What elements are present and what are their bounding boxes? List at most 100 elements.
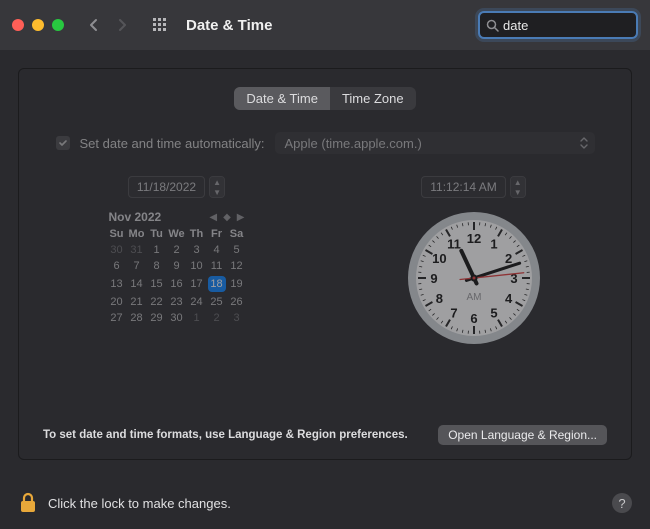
date-field-group: 11/18/2022 ▲ ▼ [128, 176, 225, 198]
date-stepper[interactable]: ▲ ▼ [209, 176, 225, 198]
calendar-day[interactable]: 8 [147, 258, 167, 274]
clock-numeral: 5 [490, 306, 497, 321]
calendar-day[interactable]: 11 [207, 258, 227, 274]
calendar-prev-icon[interactable]: ◀ [209, 212, 217, 223]
titlebar: Date & Time [0, 0, 650, 50]
calendar-day[interactable]: 1 [147, 242, 167, 258]
window-controls [12, 19, 64, 31]
auto-set-label: Set date and time automatically: [80, 136, 265, 151]
date-field[interactable]: 11/18/2022 [128, 176, 205, 198]
clock-numeral: 10 [432, 251, 446, 266]
calendar[interactable]: Nov 2022 ◀ ◆ ▶ SuMoTuWeThFrSa 3031123456… [107, 208, 247, 326]
zoom-button[interactable] [52, 19, 64, 31]
tab-date-time[interactable]: Date & Time [234, 87, 330, 110]
lock-row: Click the lock to make changes. ? [0, 477, 650, 529]
calendar-day[interactable]: 7 [127, 258, 147, 274]
clock-numeral: 8 [435, 291, 442, 306]
footer-row: To set date and time formats, use Langua… [43, 425, 607, 445]
calendar-next-icon[interactable]: ▶ [237, 212, 245, 223]
tab-time-zone[interactable]: Time Zone [330, 87, 416, 110]
stepper-down-icon: ▼ [511, 187, 525, 197]
stepper-up-icon: ▲ [511, 177, 525, 187]
time-stepper[interactable]: ▲ ▼ [510, 176, 526, 198]
calendar-day[interactable]: 30 [167, 310, 187, 326]
calendar-day[interactable]: 31 [127, 242, 147, 258]
calendar-day[interactable]: 12 [227, 258, 247, 274]
window-title: Date & Time [186, 17, 272, 34]
time-server-value: Apple (time.apple.com.) [285, 136, 422, 151]
time-server-select[interactable]: Apple (time.apple.com.) [275, 132, 595, 154]
calendar-day[interactable]: 21 [127, 294, 147, 310]
calendar-nav: ◀ ◆ ▶ [209, 212, 244, 223]
calendar-day[interactable]: 28 [127, 310, 147, 326]
calendar-day[interactable]: 3 [227, 310, 247, 326]
calendar-weekday: We [167, 226, 187, 242]
chevron-updown-icon [579, 135, 589, 151]
stepper-up-icon: ▲ [210, 177, 224, 187]
open-language-region-button[interactable]: Open Language & Region... [438, 425, 607, 445]
clock-numeral: 11 [447, 236, 461, 251]
calendar-weekday: Sa [227, 226, 247, 242]
calendar-day[interactable]: 5 [227, 242, 247, 258]
calendar-weekday: Th [187, 226, 207, 242]
calendar-day[interactable]: 25 [207, 294, 227, 310]
calendar-day[interactable]: 14 [127, 274, 147, 294]
calendar-day[interactable]: 18 [207, 274, 227, 294]
stepper-down-icon: ▼ [210, 187, 224, 197]
calendar-day[interactable]: 22 [147, 294, 167, 310]
calendar-day[interactable]: 27 [107, 310, 127, 326]
auto-set-row: Set date and time automatically: Apple (… [43, 132, 607, 154]
calendar-day[interactable]: 29 [147, 310, 167, 326]
show-all-button[interactable] [148, 13, 172, 37]
calendar-weekday: Su [107, 226, 127, 242]
calendar-day[interactable]: 2 [207, 310, 227, 326]
lock-text: Click the lock to make changes. [48, 496, 231, 511]
calendar-day[interactable]: 23 [167, 294, 187, 310]
analog-clock[interactable]: 121234567891011AM [404, 208, 544, 348]
time-field[interactable]: 11:12:14 AM [421, 176, 506, 198]
preferences-panel: Date & Time Time Zone Set date and time … [18, 68, 632, 460]
calendar-day[interactable]: 26 [227, 294, 247, 310]
calendar-day[interactable]: 20 [107, 294, 127, 310]
calendar-weekday: Tu [147, 226, 167, 242]
calendar-weekday: Mo [127, 226, 147, 242]
calendar-day[interactable]: 4 [207, 242, 227, 258]
clock-numeral: 2 [505, 251, 512, 266]
calendar-day[interactable]: 30 [107, 242, 127, 258]
footer-text: To set date and time formats, use Langua… [43, 429, 408, 441]
calendar-day[interactable]: 19 [227, 274, 247, 294]
calendar-day[interactable]: 1 [187, 310, 207, 326]
minimize-button[interactable] [32, 19, 44, 31]
time-column: 11:12:14 AM ▲ ▼ 121234567891011AM [340, 176, 607, 348]
help-button[interactable]: ? [612, 493, 632, 513]
calendar-weekday: Fr [207, 226, 227, 242]
calendar-today-icon[interactable]: ◆ [223, 212, 231, 223]
date-column: 11/18/2022 ▲ ▼ Nov 2022 ◀ ◆ ▶ SuMoTuWeTh… [43, 176, 310, 348]
clock-numeral: 4 [505, 291, 513, 306]
calendar-day[interactable]: 2 [167, 242, 187, 258]
calendar-day[interactable]: 10 [187, 258, 207, 274]
back-button[interactable] [82, 13, 106, 37]
clock-numeral: 7 [450, 306, 457, 321]
forward-button[interactable] [110, 13, 134, 37]
search-field[interactable] [478, 11, 638, 39]
calendar-day[interactable]: 24 [187, 294, 207, 310]
calendar-day[interactable]: 13 [107, 274, 127, 294]
close-button[interactable] [12, 19, 24, 31]
clock-numeral: 6 [470, 311, 477, 326]
calendar-day[interactable]: 9 [167, 258, 187, 274]
time-field-group: 11:12:14 AM ▲ ▼ [421, 176, 526, 198]
clock-numeral: 12 [466, 231, 480, 246]
calendar-day[interactable]: 15 [147, 274, 167, 294]
calendar-day[interactable]: 3 [187, 242, 207, 258]
search-icon [486, 19, 499, 32]
clock-numeral: 1 [490, 236, 497, 251]
tab-bar: Date & Time Time Zone [43, 87, 607, 110]
calendar-grid: SuMoTuWeThFrSa 3031123456789101112131415… [107, 226, 247, 326]
calendar-day[interactable]: 17 [187, 274, 207, 294]
lock-icon[interactable] [18, 491, 38, 515]
calendar-day[interactable]: 6 [107, 258, 127, 274]
calendar-day[interactable]: 16 [167, 274, 187, 294]
auto-set-checkbox[interactable] [56, 136, 70, 150]
search-input[interactable] [503, 18, 650, 33]
